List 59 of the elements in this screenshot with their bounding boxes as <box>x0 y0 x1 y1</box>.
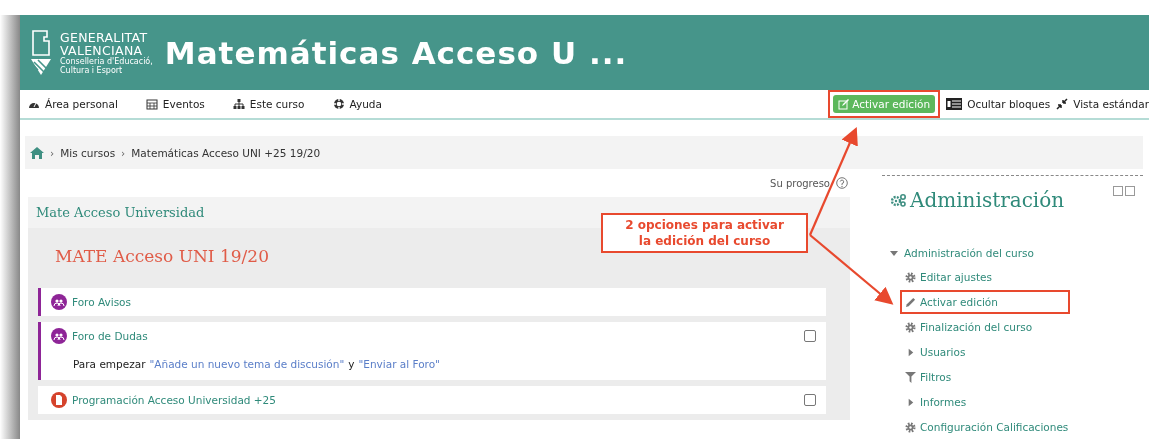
compress-icon <box>1056 98 1069 111</box>
home-icon[interactable] <box>30 146 44 159</box>
section-title: Mate Acceso Universidad <box>36 205 205 220</box>
menu-item[interactable]: Finalización del curso <box>900 315 1038 339</box>
nav-link[interactable]: Área personal <box>28 98 118 111</box>
description-text: y <box>348 358 355 370</box>
lifebuoy-icon <box>332 98 345 111</box>
filter-icon <box>905 371 916 383</box>
breadcrumb-separator: › <box>50 146 55 159</box>
callout-text: la edición del curso <box>638 233 771 249</box>
description-link[interactable]: "Enviar al Foro" <box>358 358 440 370</box>
course-heading: MATE Acceso UNI 19/20 <box>55 246 270 266</box>
completion-checkbox[interactable] <box>804 394 816 406</box>
completion-checkbox[interactable] <box>804 330 816 342</box>
activity-link[interactable]: Programación Acceso Universidad +25 <box>72 394 276 406</box>
nav-link[interactable]: Ocultar bloques <box>946 98 1051 111</box>
calendar-icon <box>145 98 158 111</box>
edit-mode-button[interactable]: Activar edición <box>833 95 936 114</box>
nav-link[interactable]: Eventos <box>145 98 205 111</box>
breadcrumb-link[interactable]: Mis cursos <box>60 146 116 159</box>
menu-item[interactable]: Activar edición <box>900 290 1070 314</box>
logo-subtitle: Conselleria d'Educació, <box>60 56 153 66</box>
gear-icon <box>905 271 916 283</box>
activity-link[interactable]: Foro Avisos <box>72 296 131 308</box>
course-title: Matemáticas Acceso U ... <box>164 34 628 71</box>
collapse-button[interactable] <box>1113 186 1123 196</box>
menu-item[interactable]: Usuarios <box>900 340 971 364</box>
help-icon[interactable] <box>836 177 848 189</box>
menu-item[interactable]: Configuración Calificaciones <box>900 415 1074 439</box>
forum-icon <box>51 294 67 310</box>
gear-icon <box>905 321 916 333</box>
dock-button[interactable] <box>1125 186 1135 196</box>
sitemap-icon <box>232 98 245 111</box>
pencil-icon <box>905 296 916 308</box>
coat-of-arms-icon <box>28 28 54 77</box>
progress-label: Su progreso <box>770 177 830 189</box>
logo-subtitle: Cultura i Esport <box>60 65 124 75</box>
menu-item[interactable]: Editar ajustes <box>900 265 997 289</box>
menu-item[interactable]: Filtros <box>900 365 957 389</box>
description-link[interactable]: "Añade un nuevo tema de discusión" <box>149 358 345 370</box>
forum-icon <box>51 328 67 344</box>
breadcrumb-separator: › <box>121 146 126 159</box>
list-icon <box>946 98 963 111</box>
breadcrumb-link[interactable]: Matemáticas Acceso UNI +25 19/20 <box>131 146 321 159</box>
nav-link[interactable]: Vista estándar <box>1056 98 1149 111</box>
block-title: Administración <box>910 188 1065 212</box>
gear-icon <box>905 421 916 433</box>
tree-item[interactable]: Administración del curso <box>890 242 1143 264</box>
edit-icon <box>838 98 850 110</box>
logo-text: GENERALITAT <box>60 30 149 44</box>
logo-text: VALENCIANA <box>60 43 143 57</box>
description-text: Para empezar <box>73 358 146 370</box>
callout-text: 2 opciones para activar <box>625 217 784 233</box>
nav-link[interactable]: Ayuda <box>332 98 382 111</box>
gears-icon <box>890 193 906 207</box>
pdf-icon <box>51 392 67 408</box>
nav-link[interactable]: Este curso <box>232 98 305 111</box>
activity-link[interactable]: Foro de Dudas <box>72 330 148 342</box>
menu-item[interactable]: Informes <box>900 390 972 414</box>
